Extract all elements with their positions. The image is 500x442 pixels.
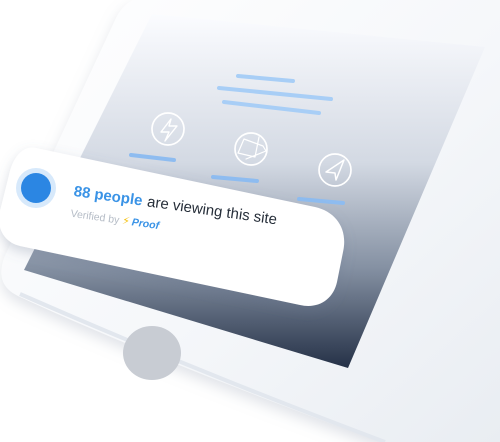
home-button[interactable] xyxy=(123,326,181,380)
proof-brand-link[interactable]: Proof xyxy=(131,216,160,232)
live-status-dot xyxy=(21,173,51,203)
lightning-bolt-icon: ⚡ xyxy=(121,214,131,228)
verified-label: Verified by xyxy=(69,207,121,227)
phone-mockup-stage: 88 people are viewing this site Verified … xyxy=(0,0,500,442)
verification-line[interactable]: Verified by⚡Proof xyxy=(70,208,160,232)
